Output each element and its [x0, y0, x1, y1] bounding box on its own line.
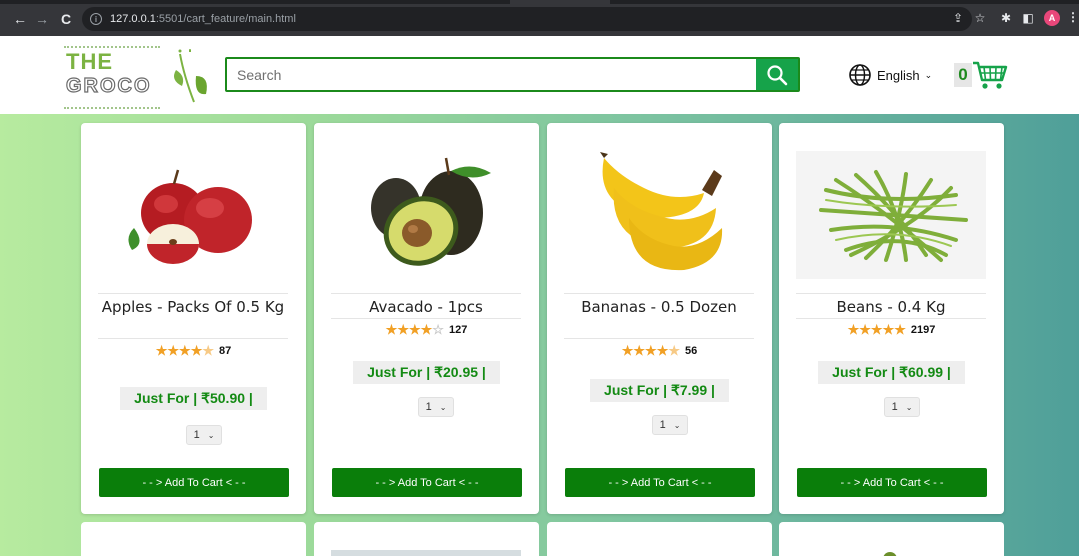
- star-rating-icons: ★★★★★: [621, 343, 681, 358]
- quantity-select[interactable]: 1 ⌄: [652, 415, 688, 435]
- star-rating-icons: ★★★★★: [155, 343, 215, 358]
- add-to-cart-button[interactable]: - - > Add To Cart < - -: [797, 468, 987, 497]
- divider: [564, 293, 754, 294]
- banana-image: [600, 151, 723, 270]
- search-button[interactable]: [756, 59, 798, 90]
- chevron-down-icon: ⌄: [924, 69, 933, 80]
- leaf-icon: [174, 49, 207, 103]
- info-icon[interactable]: i: [90, 13, 102, 25]
- product-card: Beans - 0.4 Kg ★★★★★ 2197 Just For | ₹60…: [779, 123, 1004, 514]
- share-icon[interactable]: ⇪: [950, 10, 966, 26]
- product-grid: Apples - Packs Of 0.5 Kg ★★★★★ 87 Just F…: [0, 114, 1079, 556]
- product-image-beans[interactable]: [796, 151, 986, 279]
- active-tab[interactable]: [510, 0, 610, 4]
- product-card: [314, 522, 539, 556]
- product-name: Apples - Packs Of 0.5 Kg: [101, 298, 285, 316]
- logo-dots: [64, 46, 160, 48]
- product-price: Just For | ₹7.99 |: [547, 379, 772, 402]
- site-logo[interactable]: THE GROCO: [62, 44, 222, 109]
- quantity-select[interactable]: 1 ⌄: [186, 425, 222, 445]
- product-image-avocado[interactable]: [331, 135, 521, 290]
- product-image-bananas[interactable]: [564, 135, 754, 290]
- url-text: 127.0.0.1:5501/cart_feature/main.html: [110, 13, 296, 25]
- product-price: Just For | ₹50.90 |: [81, 387, 306, 410]
- product-card: [81, 522, 306, 556]
- review-count: 127: [448, 324, 468, 336]
- address-bar[interactable]: i 127.0.0.1:5501/cart_feature/main.html: [82, 7, 972, 31]
- side-panel-icon[interactable]: ◧: [1020, 10, 1036, 26]
- product-image-apples[interactable]: [98, 135, 288, 290]
- product-card: Bananas - 0.5 Dozen ★★★★★ 56 Just For | …: [547, 123, 772, 514]
- back-arrow-icon[interactable]: ←: [10, 9, 30, 29]
- star-rating-icons: ★★★★☆: [385, 322, 444, 337]
- divider: [331, 318, 521, 319]
- chevron-down-icon: ⌄: [905, 402, 913, 412]
- product-image[interactable]: [331, 550, 521, 556]
- product-image[interactable]: [883, 552, 897, 556]
- site-header: THE GROCO English ⌄ 0: [0, 36, 1079, 114]
- menu-kebab-icon[interactable]: ⋮: [1067, 10, 1079, 24]
- quantity-select[interactable]: 1 ⌄: [884, 397, 920, 417]
- apple-image: [128, 169, 252, 264]
- quantity-select[interactable]: 1 ⌄: [418, 397, 454, 417]
- cart-button[interactable]: 0: [954, 60, 1008, 90]
- product-card: [547, 522, 772, 556]
- cart-count-badge: 0: [954, 63, 972, 87]
- product-name: Beans - 0.4 Kg: [836, 298, 946, 316]
- review-count: 87: [219, 345, 232, 357]
- product-rating: ★★★★★ 87: [81, 343, 306, 359]
- star-rating-icons: ★★★★★: [847, 322, 906, 337]
- browser-toolbar: ← → C i 127.0.0.1:5501/cart_feature/main…: [0, 0, 1079, 36]
- divider: [564, 338, 754, 339]
- product-rating: ★★★★★ 2197: [779, 322, 1004, 338]
- chevron-down-icon: ⌄: [673, 420, 681, 430]
- divider: [796, 318, 986, 319]
- product-name: Avacado - 1pcs: [369, 298, 483, 316]
- globe-icon: [849, 64, 871, 86]
- avocado-image: [371, 157, 491, 266]
- language-label: English: [877, 67, 920, 83]
- product-name: Bananas - 0.5 Dozen: [581, 298, 737, 316]
- divider: [98, 338, 288, 339]
- add-to-cart-button[interactable]: - - > Add To Cart < - -: [565, 468, 755, 497]
- product-rating: ★★★★★ 56: [547, 343, 772, 359]
- logo-dots: [64, 107, 160, 109]
- review-count: 2197: [910, 324, 936, 336]
- beans-image: [819, 170, 968, 262]
- reload-icon[interactable]: C: [56, 9, 76, 29]
- product-price: Just For | ₹60.99 |: [779, 361, 1004, 384]
- divider: [98, 293, 288, 294]
- logo-text-top: THE: [66, 49, 113, 74]
- divider: [796, 293, 986, 294]
- logo-text-bottom: GROCO: [65, 74, 152, 97]
- extensions-icon[interactable]: ✱: [998, 10, 1014, 26]
- chevron-down-icon: ⌄: [439, 402, 447, 412]
- search-input[interactable]: [227, 59, 756, 90]
- chevron-down-icon: ⌄: [207, 430, 215, 440]
- divider: [331, 293, 521, 294]
- product-rating: ★★★★☆ 127: [314, 322, 539, 338]
- product-card: Apples - Packs Of 0.5 Kg ★★★★★ 87 Just F…: [81, 123, 306, 514]
- product-card: Avacado - 1pcs ★★★★☆ 127 Just For | ₹20.…: [314, 123, 539, 514]
- add-to-cart-button[interactable]: - - > Add To Cart < - -: [99, 468, 289, 497]
- search-icon: [767, 64, 788, 85]
- forward-arrow-icon[interactable]: →: [32, 9, 52, 29]
- review-count: 56: [685, 345, 698, 357]
- product-price: Just For | ₹20.95 |: [314, 361, 539, 384]
- tab-strip: [0, 0, 1079, 4]
- shopping-cart-icon: [973, 61, 1008, 89]
- profile-avatar[interactable]: A: [1044, 10, 1060, 26]
- product-card: [779, 522, 1004, 556]
- language-selector[interactable]: English ⌄: [848, 63, 932, 87]
- search-bar: [225, 57, 800, 92]
- add-to-cart-button[interactable]: - - > Add To Cart < - -: [332, 468, 522, 497]
- bookmark-star-icon[interactable]: ☆: [972, 10, 988, 26]
